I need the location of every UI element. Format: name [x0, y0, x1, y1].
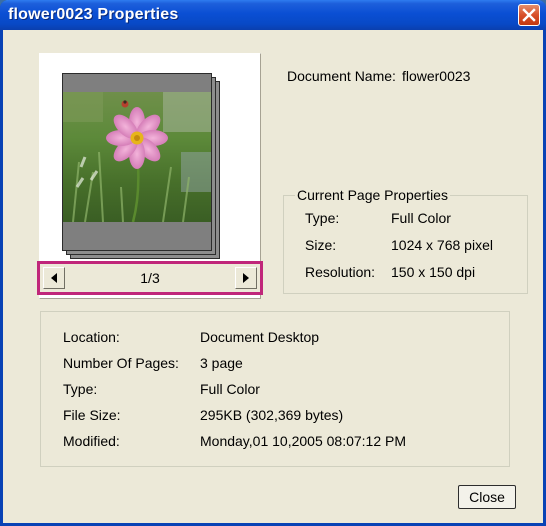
page-count-label: Number Of Pages:: [63, 355, 179, 371]
current-page-properties-group: Current Page Properties Type: Full Color…: [283, 187, 528, 294]
document-name-row: Document Name: flower0023: [287, 68, 470, 84]
resolution-label: Resolution:: [305, 264, 376, 280]
location-label: Location:: [63, 329, 120, 345]
size-value: 1024 x 768 pixel: [391, 237, 493, 253]
file-size-label: File Size:: [63, 407, 121, 423]
title-bar[interactable]: flower0023 Properties: [0, 0, 546, 30]
type-value: Full Color: [391, 210, 451, 226]
close-button[interactable]: Close: [458, 485, 516, 509]
size-label: Size:: [305, 237, 337, 253]
file-type-value: Full Color: [200, 381, 260, 397]
close-icon: [522, 8, 536, 22]
modified-label: Modified:: [63, 433, 120, 449]
triangle-right-icon: [243, 273, 249, 283]
resolution-value: 150 x 150 dpi: [391, 264, 476, 280]
location-value: Document Desktop: [200, 329, 320, 345]
triangle-left-icon: [51, 273, 57, 283]
type-label: Type:: [305, 210, 340, 226]
group-legend: Current Page Properties: [295, 187, 450, 203]
page-thumbnail: [62, 73, 212, 251]
page-indicator: 1/3: [140, 270, 160, 286]
next-page-button[interactable]: [235, 267, 257, 289]
page-count-value: 3 page: [200, 355, 243, 371]
window-title: flower0023 Properties: [8, 6, 179, 23]
page-navigator: 1/3: [37, 261, 263, 295]
file-info-panel: Location: Document Desktop Number Of Pag…: [40, 311, 510, 467]
flower-photo-thumbnail: [63, 92, 211, 222]
properties-dialog: flower0023 Properties 1/3 Document Name:…: [0, 0, 546, 526]
window-close-button[interactable]: [518, 4, 540, 26]
document-name-label: Document Name:: [287, 68, 396, 84]
document-name-value: flower0023: [401, 68, 471, 84]
previous-page-button[interactable]: [43, 267, 65, 289]
file-type-label: Type:: [63, 381, 98, 397]
file-size-value: 295KB (302,369 bytes): [200, 407, 344, 423]
modified-value: Monday,01 10,2005 08:07:12 PM: [200, 433, 407, 449]
